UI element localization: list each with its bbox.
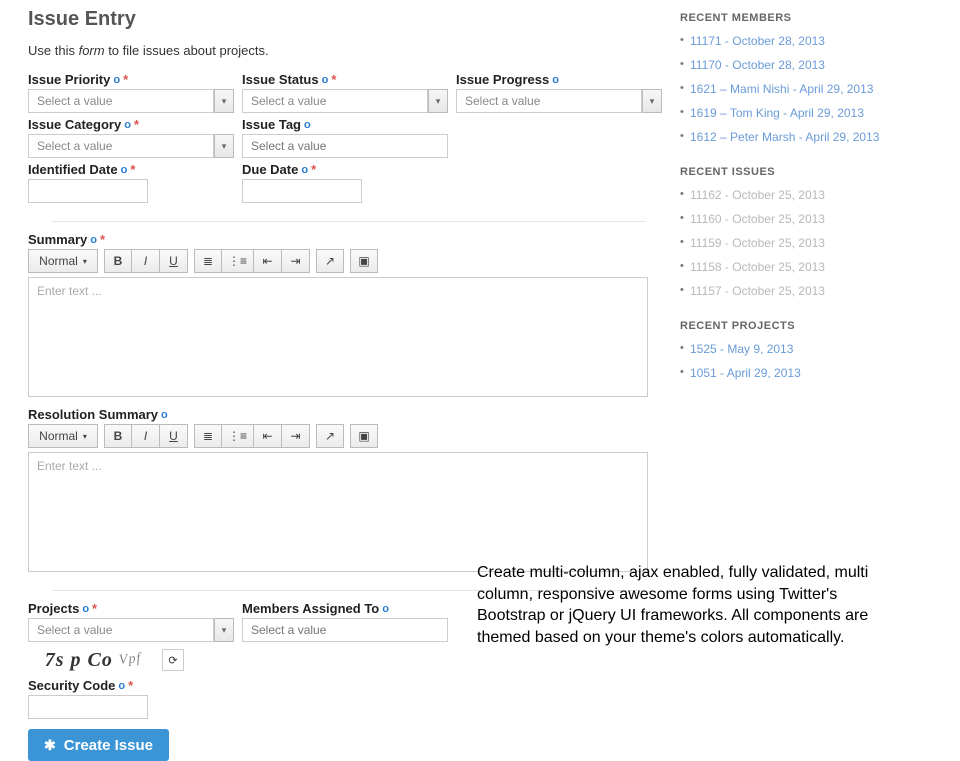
priority-label: Issue Priority o * [28, 72, 234, 87]
list-item[interactable]: 11157 - October 25, 2013 [680, 284, 960, 298]
summary-toolbar: Normal▾ B I U ≣ ⋮≡ ⇤ ⇥ ↗ ▣ [28, 249, 670, 273]
indent-button[interactable]: ⇥ [282, 424, 310, 448]
resolution-editor[interactable]: Enter text ... [28, 452, 648, 572]
security-label: Security Code o * [28, 678, 670, 693]
info-icon[interactable]: o [382, 603, 389, 615]
security-code-input[interactable] [28, 695, 148, 719]
list-ul-button[interactable]: ≣ [194, 249, 222, 273]
underline-button[interactable]: U [160, 249, 188, 273]
recent-issues-list: 11162 - October 25, 2013 11160 - October… [680, 188, 960, 298]
info-icon[interactable]: o [301, 164, 308, 176]
status-label: Issue Status o * [242, 72, 448, 87]
info-icon[interactable]: o [161, 409, 168, 421]
captcha-refresh-button[interactable]: ⟳ [162, 649, 184, 671]
required-icon: * [100, 232, 105, 247]
tag-label: Issue Tag o [242, 117, 448, 132]
info-icon[interactable]: o [82, 603, 89, 615]
bug-icon: ✱ [44, 737, 56, 754]
divider [52, 221, 646, 222]
info-icon[interactable]: o [304, 119, 311, 131]
required-icon: * [128, 678, 133, 693]
required-icon: * [130, 162, 135, 177]
list-item[interactable]: 11170 - October 28, 2013 [680, 58, 960, 72]
list-ul-button[interactable]: ≣ [194, 424, 222, 448]
italic-button[interactable]: I [132, 424, 160, 448]
members-input[interactable] [242, 618, 448, 642]
recent-projects-heading: RECENT PROJECTS [680, 320, 960, 332]
info-icon[interactable]: o [124, 119, 131, 131]
required-icon: * [311, 162, 316, 177]
tag-input[interactable] [242, 134, 448, 158]
outdent-button[interactable]: ⇤ [254, 424, 282, 448]
resolution-label: Resolution Summary o [28, 407, 670, 422]
projects-label: Projects o * [28, 601, 234, 616]
bold-button[interactable]: B [104, 424, 132, 448]
description-text: Create multi-column, ajax enabled, fully… [477, 562, 897, 648]
info-icon[interactable]: o [118, 680, 125, 692]
required-icon: * [92, 601, 97, 616]
underline-button[interactable]: U [160, 424, 188, 448]
link-button[interactable]: ↗ [316, 424, 344, 448]
chevron-down-icon[interactable]: ▾ [428, 89, 448, 113]
list-item[interactable]: 1619 – Tom King - April 29, 2013 [680, 106, 960, 120]
projects-select[interactable]: Select a value▾ [28, 618, 234, 642]
required-icon: * [134, 117, 139, 132]
chevron-down-icon[interactable]: ▾ [214, 618, 234, 642]
due-label: Due Date o * [242, 162, 448, 177]
required-icon: * [123, 72, 128, 87]
style-dropdown[interactable]: Normal▾ [28, 249, 98, 273]
progress-select[interactable]: Select a value▾ [456, 89, 662, 113]
image-button[interactable]: ▣ [350, 249, 378, 273]
outdent-button[interactable]: ⇤ [254, 249, 282, 273]
members-label: Members Assigned To o [242, 601, 448, 616]
list-item[interactable]: 11162 - October 25, 2013 [680, 188, 960, 202]
info-icon[interactable]: o [121, 164, 128, 176]
page-intro: Use this form to file issues about proje… [28, 43, 670, 58]
list-item[interactable]: 1621 – Mami Nishi - April 29, 2013 [680, 82, 960, 96]
recent-members-heading: RECENT MEMBERS [680, 12, 960, 24]
list-item[interactable]: 11171 - October 28, 2013 [680, 34, 960, 48]
resolution-toolbar: Normal▾ B I U ≣ ⋮≡ ⇤ ⇥ ↗ ▣ [28, 424, 670, 448]
identified-label: Identified Date o * [28, 162, 234, 177]
chevron-down-icon[interactable]: ▾ [642, 89, 662, 113]
required-icon: * [331, 72, 336, 87]
link-button[interactable]: ↗ [316, 249, 344, 273]
italic-button[interactable]: I [132, 249, 160, 273]
page-title: Issue Entry [28, 8, 670, 31]
style-dropdown[interactable]: Normal▾ [28, 424, 98, 448]
category-select[interactable]: Select a value▾ [28, 134, 234, 158]
chevron-down-icon[interactable]: ▾ [214, 134, 234, 158]
list-item[interactable]: 1525 - May 9, 2013 [680, 342, 960, 356]
create-issue-button[interactable]: ✱Create Issue [28, 729, 169, 761]
indent-button[interactable]: ⇥ [282, 249, 310, 273]
list-ol-button[interactable]: ⋮≡ [222, 249, 254, 273]
image-button[interactable]: ▣ [350, 424, 378, 448]
info-icon[interactable]: o [90, 234, 97, 246]
bold-button[interactable]: B [104, 249, 132, 273]
info-icon[interactable]: o [322, 74, 329, 86]
captcha-image: 7s p Co Vpf [28, 646, 158, 674]
list-item[interactable]: 1051 - April 29, 2013 [680, 366, 960, 380]
due-date-input[interactable] [242, 179, 362, 203]
list-item[interactable]: 11159 - October 25, 2013 [680, 236, 960, 250]
recent-members-list: 11171 - October 28, 2013 11170 - October… [680, 34, 960, 144]
list-item[interactable]: 11160 - October 25, 2013 [680, 212, 960, 226]
recent-issues-heading: RECENT ISSUES [680, 166, 960, 178]
info-icon[interactable]: o [552, 74, 559, 86]
priority-select[interactable]: Select a value▾ [28, 89, 234, 113]
progress-label: Issue Progress o [456, 72, 662, 87]
category-label: Issue Category o * [28, 117, 234, 132]
list-item[interactable]: 11158 - October 25, 2013 [680, 260, 960, 274]
status-select[interactable]: Select a value▾ [242, 89, 448, 113]
identified-date-input[interactable] [28, 179, 148, 203]
list-item[interactable]: 1612 – Peter Marsh - April 29, 2013 [680, 130, 960, 144]
info-icon[interactable]: o [113, 74, 120, 86]
list-ol-button[interactable]: ⋮≡ [222, 424, 254, 448]
recent-projects-list: 1525 - May 9, 2013 1051 - April 29, 2013 [680, 342, 960, 380]
summary-label: Summary o * [28, 232, 670, 247]
chevron-down-icon[interactable]: ▾ [214, 89, 234, 113]
summary-editor[interactable]: Enter text ... [28, 277, 648, 397]
